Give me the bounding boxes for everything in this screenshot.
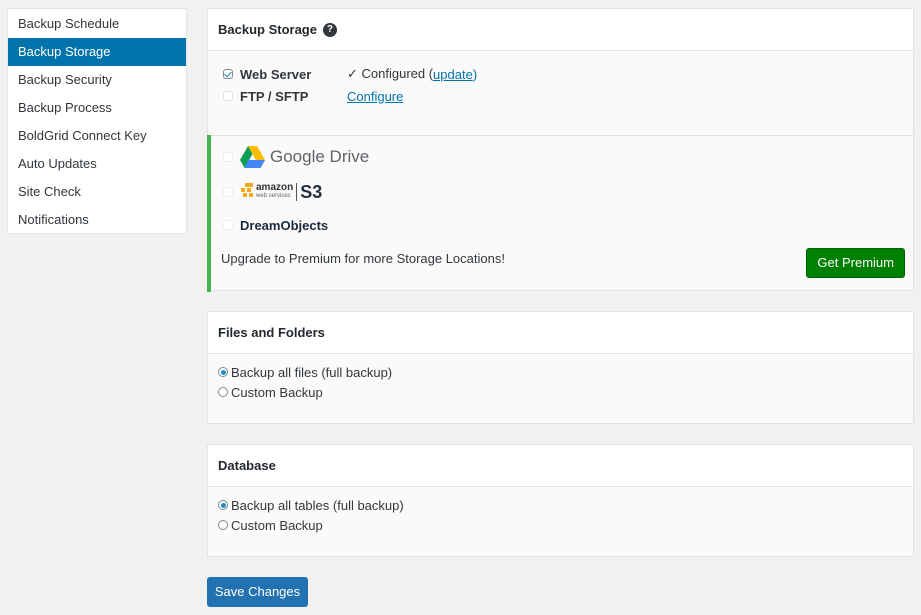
dreamobjects-checkbox <box>223 220 233 230</box>
configured-status: ✓ Configured ( <box>347 66 434 81</box>
aws-cubes-icon <box>241 183 253 197</box>
web-server-label: Web Server <box>240 66 312 82</box>
settings-sidebar: Backup Schedule Backup Storage Backup Se… <box>7 8 187 234</box>
web-server-row: Web Server ✓ Configured (update) <box>223 64 477 84</box>
sidebar-item-notifications[interactable]: Notifications <box>8 206 186 234</box>
google-drive-row: Google Drive <box>223 145 369 169</box>
sidebar-item-connect-key[interactable]: BoldGrid Connect Key <box>8 122 186 150</box>
question-circle-icon[interactable]: ? <box>322 22 337 37</box>
s3-text: S3 <box>300 181 323 202</box>
update-link[interactable]: update <box>433 67 473 82</box>
full-backup-radio[interactable] <box>218 367 228 377</box>
ftp-checkbox[interactable] <box>223 91 233 101</box>
save-changes-button[interactable]: Save Changes <box>207 577 308 607</box>
premium-storage-section: Google Drive amazon web services S3 Dream… <box>207 135 914 292</box>
sidebar-item-backup-storage[interactable]: Backup Storage <box>8 38 186 66</box>
panel-header: Files and Folders <box>208 312 913 354</box>
google-drive-logo: Google Drive <box>240 146 369 168</box>
radio-label: Custom Backup <box>231 517 323 533</box>
ftp-row: FTP / SFTP Configure <box>223 86 403 106</box>
configure-link[interactable]: Configure <box>347 89 403 104</box>
amazon-s3-checkbox <box>223 187 233 197</box>
panel-title: Files and Folders <box>218 325 325 340</box>
panel-header: Database <box>208 445 913 487</box>
panel-header: Backup Storage ? <box>208 9 913 51</box>
sidebar-item-backup-process[interactable]: Backup Process <box>8 94 186 122</box>
panel-title: Database <box>218 458 276 473</box>
all-tables-radio[interactable] <box>218 500 228 510</box>
status-close: ) <box>472 66 478 82</box>
google-drive-checkbox <box>223 152 233 162</box>
sidebar-item-backup-schedule[interactable]: Backup Schedule <box>8 10 186 38</box>
panel-title: Backup Storage <box>218 22 317 37</box>
get-premium-button[interactable]: Get Premium <box>806 248 905 278</box>
sidebar-item-auto-updates[interactable]: Auto Updates <box>8 150 186 178</box>
amazon-s3-logo: amazon web services S3 <box>240 182 322 203</box>
logo-separator <box>296 183 298 201</box>
backup-storage-panel: Backup Storage ? Web Server ✓ Configured… <box>207 8 914 292</box>
upgrade-text: Upgrade to Premium for more Storage Loca… <box>221 251 505 266</box>
amazon-s3-row: amazon web services S3 <box>223 180 322 204</box>
custom-backup-radio[interactable] <box>218 387 228 397</box>
dreamobjects-label: DreamObjects <box>240 217 329 233</box>
radio-option: Backup all tables (full backup) <box>218 495 404 515</box>
aws-subtext: web services <box>256 193 291 199</box>
database-panel: Database Backup all tables (full backup)… <box>207 444 914 557</box>
dreamobjects-row: DreamObjects <box>223 215 328 235</box>
ftp-label: FTP / SFTP <box>240 88 309 104</box>
radio-option: Custom Backup <box>218 382 323 402</box>
radio-label: Backup all tables (full backup) <box>231 497 404 513</box>
radio-label: Custom Backup <box>231 384 323 400</box>
radio-option: Backup all files (full backup) <box>218 362 392 382</box>
files-folders-panel: Files and Folders Backup all files (full… <box>207 311 914 424</box>
radio-option: Custom Backup <box>218 515 323 535</box>
custom-tables-radio[interactable] <box>218 520 228 530</box>
radio-label: Backup all files (full backup) <box>231 364 393 380</box>
sidebar-item-backup-security[interactable]: Backup Security <box>8 66 186 94</box>
google-drive-icon <box>240 146 265 168</box>
web-server-checkbox[interactable] <box>223 69 233 79</box>
sidebar-item-site-check[interactable]: Site Check <box>8 178 186 206</box>
